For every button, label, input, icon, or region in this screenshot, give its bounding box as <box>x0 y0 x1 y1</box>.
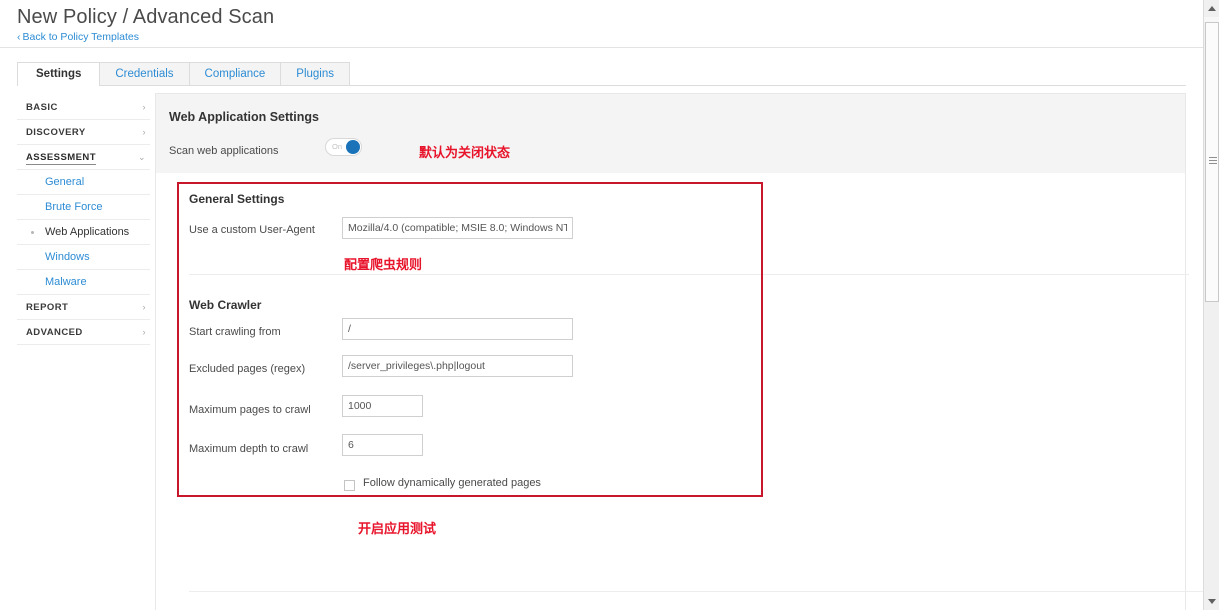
annotation-configure-crawler-rules: 配置爬虫规则 <box>344 258 423 273</box>
annotation-enable-app-tests: 开启应用测试 <box>358 522 437 537</box>
sidebar-group-basic[interactable]: BASIC › <box>17 95 150 120</box>
start-crawling-from-label: Start crawling from <box>189 326 281 338</box>
browser-scrollbar[interactable] <box>1203 0 1219 610</box>
scrollbar-up-button[interactable] <box>1204 0 1219 17</box>
tab-compliance[interactable]: Compliance <box>188 62 282 86</box>
toggle-state-label: On <box>332 142 343 151</box>
toggle-knob <box>346 140 360 154</box>
tab-credentials[interactable]: Credentials <box>99 62 190 86</box>
settings-panel: Web Application Settings Scan web applic… <box>155 93 1219 610</box>
user-agent-input[interactable] <box>342 217 573 239</box>
sidebar-item-general[interactable]: General <box>17 170 150 195</box>
settings-sidebar: BASIC › DISCOVERY › ASSESSMENT ⌄ General… <box>17 95 150 345</box>
sidebar-group-assessment-label: ASSESSMENT <box>26 152 96 165</box>
maximum-depth-input[interactable] <box>342 434 423 456</box>
sidebar-item-general-label: General <box>45 176 85 188</box>
chevron-right-icon: › <box>142 302 146 312</box>
chevron-right-icon: › <box>142 127 146 137</box>
section-divider-bottom <box>189 591 1219 592</box>
section-divider <box>189 274 1189 275</box>
chevron-right-icon: › <box>142 327 146 337</box>
sidebar-group-assessment[interactable]: ASSESSMENT ⌄ <box>17 145 150 170</box>
page-title: New Policy / Advanced Scan <box>17 6 275 28</box>
sidebar-group-advanced[interactable]: ADVANCED › <box>17 320 150 345</box>
sidebar-group-report[interactable]: REPORT › <box>17 295 150 320</box>
tab-settings[interactable]: Settings <box>17 62 101 86</box>
sidebar-group-advanced-label: ADVANCED <box>26 327 83 338</box>
maximum-pages-label: Maximum pages to crawl <box>189 404 311 416</box>
section-title-general-settings: General Settings <box>189 192 285 206</box>
sidebar-item-windows-label: Windows <box>45 251 90 263</box>
excluded-pages-label: Excluded pages (regex) <box>189 363 306 375</box>
sidebar-item-windows[interactable]: Windows <box>17 245 150 270</box>
settings-form-body: General Settings Use a custom User-Agent… <box>156 173 1219 610</box>
maximum-depth-label: Maximum depth to crawl <box>189 443 309 455</box>
scrollbar-down-button[interactable] <box>1204 593 1219 610</box>
sidebar-item-malware[interactable]: Malware <box>17 270 150 295</box>
web-application-settings-header: Web Application Settings Scan web applic… <box>156 94 1185 173</box>
annotation-toggle-default-off: 默认为关闭状态 <box>419 146 511 161</box>
sidebar-group-report-label: REPORT <box>26 302 69 313</box>
user-agent-label: Use a custom User-Agent <box>189 224 315 236</box>
scan-web-applications-label: Scan web applications <box>169 145 279 157</box>
maximum-pages-input[interactable] <box>342 395 423 417</box>
sidebar-group-discovery[interactable]: DISCOVERY › <box>17 120 150 145</box>
sidebar-item-web-applications-label: Web Applications <box>45 226 130 238</box>
scan-web-applications-toggle[interactable]: On <box>325 138 362 156</box>
chevron-left-icon: ‹ <box>17 31 21 43</box>
section-title-web-crawler: Web Crawler <box>189 298 262 312</box>
sidebar-item-brute-force-label: Brute Force <box>45 201 103 213</box>
follow-dynamic-pages-label: Follow dynamically generated pages <box>363 477 541 489</box>
page-header: New Policy / Advanced Scan ‹ Back to Poli… <box>0 0 1203 48</box>
triangle-up-icon <box>1208 6 1216 11</box>
grip-lines-icon <box>1209 157 1217 164</box>
excluded-pages-input[interactable] <box>342 355 573 377</box>
sidebar-group-discovery-label: DISCOVERY <box>26 127 86 138</box>
app-root: New Policy / Advanced Scan ‹ Back to Poli… <box>0 0 1219 610</box>
tab-bar: Settings Credentials Compliance Plugins <box>0 48 1203 86</box>
sidebar-item-malware-label: Malware <box>45 276 87 288</box>
triangle-down-icon <box>1208 599 1216 604</box>
start-crawling-from-input[interactable] <box>342 318 573 340</box>
tab-plugins[interactable]: Plugins <box>280 62 350 86</box>
tab-bar-divider <box>17 85 1186 86</box>
chevron-down-icon: ⌄ <box>138 152 146 162</box>
sidebar-item-brute-force[interactable]: Brute Force <box>17 195 150 220</box>
back-link-label: Back to Policy Templates <box>22 31 140 43</box>
section-title-web-application-settings: Web Application Settings <box>169 110 320 124</box>
back-to-policy-templates-link[interactable]: ‹ Back to Policy Templates <box>17 31 139 43</box>
chevron-right-icon: › <box>142 102 146 112</box>
active-item-dot-icon <box>31 231 34 234</box>
sidebar-item-web-applications[interactable]: Web Applications <box>17 220 150 245</box>
sidebar-group-basic-label: BASIC <box>26 102 58 113</box>
scrollbar-thumb[interactable] <box>1205 22 1219 302</box>
follow-dynamic-pages-checkbox[interactable] <box>344 480 355 491</box>
